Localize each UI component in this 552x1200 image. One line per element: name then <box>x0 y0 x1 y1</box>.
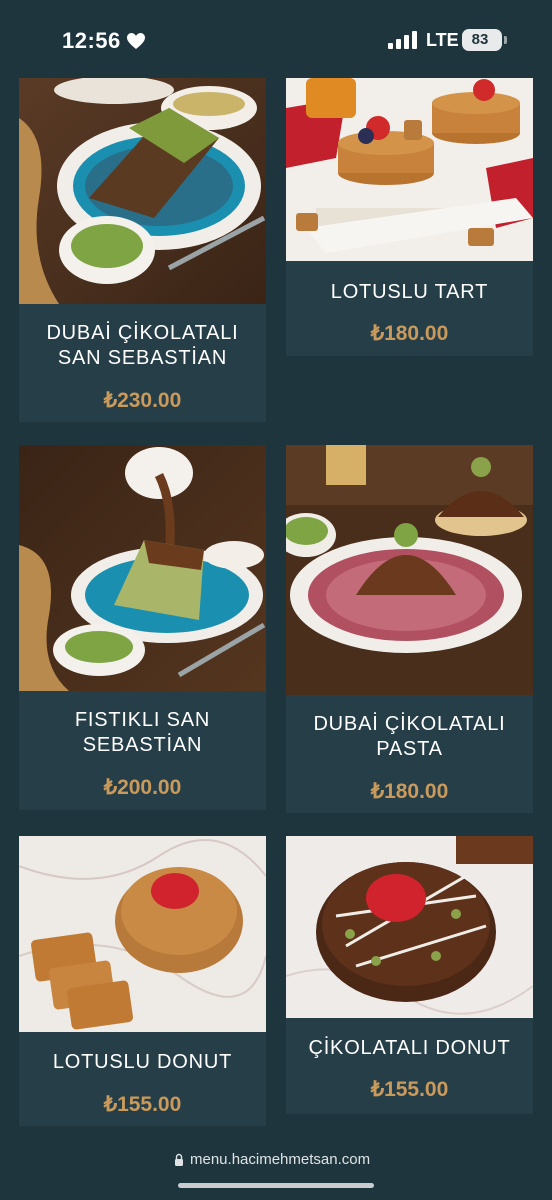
signal-icon <box>388 31 417 49</box>
status-time: 12:56 <box>62 28 121 53</box>
product-card[interactable]: LOTUSLU DONUT ₺155.00 <box>19 836 266 1126</box>
product-card[interactable]: FISTIKLI SAN SEBASTİAN ₺200.00 <box>19 445 266 810</box>
product-name: LOTUSLU TART <box>330 281 489 303</box>
product-price: ₺230.00 <box>103 389 182 412</box>
chocolate-dome-cake-image <box>286 445 533 695</box>
product-price: ₺180.00 <box>370 780 449 803</box>
product-name: LOTUSLU DONUT <box>52 1051 233 1073</box>
network-label: LTE <box>426 30 459 50</box>
product-card[interactable]: DUBAİ ÇİKOLATALI PASTA ₺180.00 <box>286 445 533 813</box>
status-bar: 12:56 LTE 83 <box>0 0 552 78</box>
home-indicator <box>178 1183 374 1188</box>
product-price: ₺155.00 <box>103 1093 182 1116</box>
battery-nub <box>504 36 507 44</box>
lotus-tart-image <box>286 78 533 261</box>
chocolate-pour-cake-image <box>19 445 266 691</box>
product-name: FISTIKLI SAN SEBASTİAN <box>74 709 211 756</box>
pistachio-cake-image <box>19 78 266 304</box>
product-name: DUBAİ ÇİKOLATALI PASTA <box>313 713 506 760</box>
product-name: ÇİKOLATALI DONUT <box>308 1037 511 1059</box>
product-card[interactable]: ÇİKOLATALI DONUT ₺155.00 <box>286 836 533 1114</box>
lotus-donut-image <box>19 836 266 1032</box>
battery-icon: 83 <box>462 29 502 51</box>
product-card[interactable]: LOTUSLU TART ₺180.00 <box>286 78 533 356</box>
url-text[interactable]: menu.hacimehmetsan.com <box>190 1151 370 1168</box>
product-name: DUBAİ ÇİKOLATALI SAN SEBASTİAN <box>46 322 239 369</box>
heart-icon <box>127 33 145 49</box>
product-price: ₺200.00 <box>103 776 182 799</box>
chocolate-donut-image <box>286 836 533 1018</box>
product-price: ₺155.00 <box>370 1078 449 1101</box>
product-card[interactable]: DUBAİ ÇİKOLATALI SAN SEBASTİAN ₺230.00 <box>19 78 266 422</box>
product-price: ₺180.00 <box>370 322 449 345</box>
lock-icon <box>175 1153 183 1166</box>
battery-level: 83 <box>471 31 489 48</box>
